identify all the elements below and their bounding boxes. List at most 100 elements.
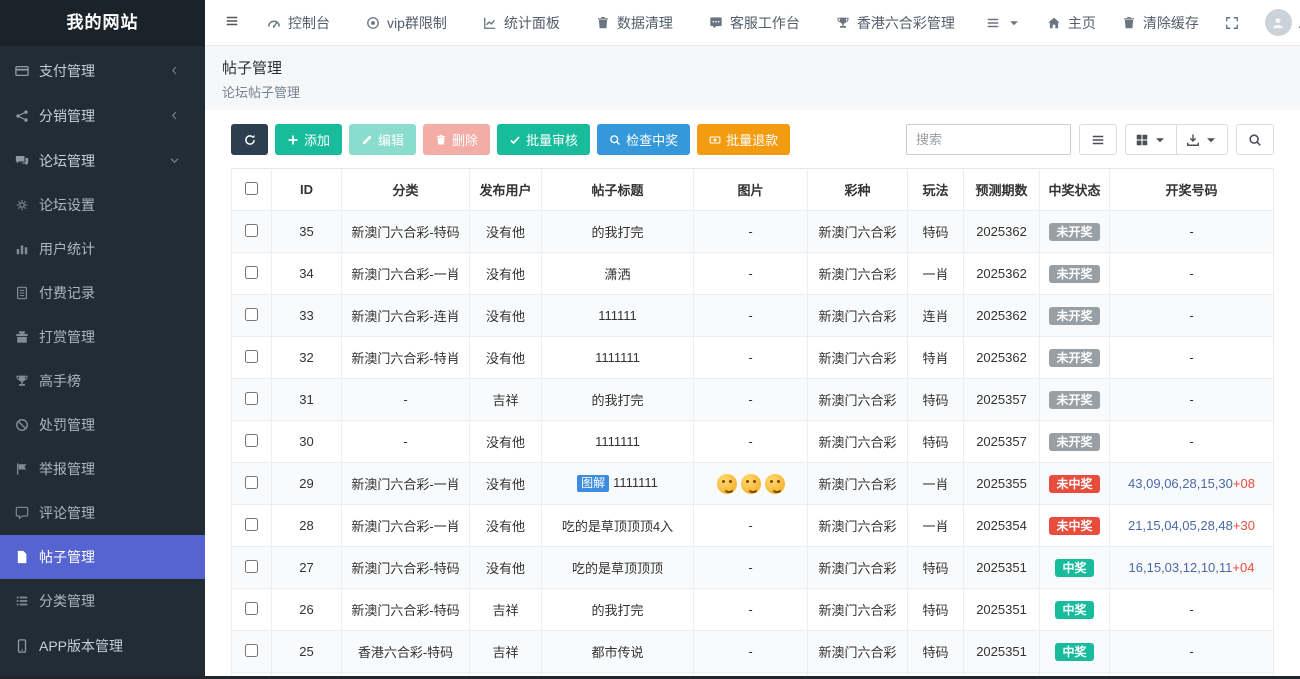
sidebar-subitem[interactable]: 分类管理 [0,579,205,623]
sidebar-item[interactable]: 支付管理 [0,48,205,93]
top-navbar: 控制台vip群限制 统计面板 数据清理客服工作台香港六合彩管理 主页 清除缓存 [205,0,1300,46]
cell-category: 新澳门六合彩-一肖 [342,253,470,295]
row-checkbox[interactable] [245,476,258,489]
status-badge: 未中奖 [1049,517,1099,535]
row-checkbox[interactable] [245,266,258,279]
nav-home-link[interactable]: 主页 [1034,0,1109,45]
nav-home-label: 主页 [1068,13,1096,33]
cell-user: 没有他 [470,547,542,589]
comment-dots-icon [709,16,723,30]
topnav-item[interactable]: 客服工作台 [691,0,818,45]
topnav-item[interactable]: 控制台 [249,0,348,45]
column-header[interactable]: 彩种 [808,169,908,211]
caret-down-icon [1204,133,1218,147]
home-icon [1047,16,1061,30]
topnav-item[interactable]: 数据清理 [578,0,691,45]
row-checkbox[interactable] [245,602,258,615]
cell-select [232,421,272,463]
cell-numbers: - [1110,421,1274,463]
sidebar-subitem[interactable]: 处罚管理 [0,403,205,447]
bars-icon [986,16,1000,30]
delete-button[interactable]: 删除 [423,124,490,155]
row-checkbox[interactable] [245,434,258,447]
status-badge: 未开奖 [1049,265,1099,283]
cell-user: 没有他 [470,421,542,463]
topnav-item[interactable]: 统计面板 [465,0,578,45]
cell-period: 2025355 [964,463,1040,505]
nav-clear-cache-link[interactable]: 清除缓存 [1109,0,1212,45]
add-button[interactable]: 添加 [275,124,342,155]
cell-select [232,631,272,673]
sidebar-toggle-button[interactable] [215,0,249,45]
toggle-view-button[interactable] [1079,124,1117,155]
table-row: 31-吉祥的我打完-新澳门六合彩特码2025357未开奖- [232,379,1274,421]
select-all-checkbox[interactable] [245,182,258,195]
user-avatar [1265,9,1292,36]
column-header[interactable]: 玩法 [908,169,964,211]
topnav-item-label: 统计面板 [504,13,560,33]
sidebar-subitem[interactable]: 评论管理 [0,491,205,535]
row-checkbox[interactable] [245,308,258,321]
caret-down-icon [1007,16,1021,30]
refresh-button[interactable] [231,124,268,155]
cell-numbers: 43,09,06,28,15,30+08 [1110,463,1274,505]
sidebar-subitem[interactable]: 打赏管理 [0,315,205,359]
cell-status: 未开奖 [1040,295,1110,337]
column-header[interactable]: 图片 [694,169,808,211]
chart-bar-icon [15,242,29,256]
column-header[interactable]: 开奖号码 [1110,169,1274,211]
cell-lottery: 新澳门六合彩 [808,211,908,253]
cell-play: 连肖 [908,295,964,337]
cell-period: 2025362 [964,337,1040,379]
row-checkbox[interactable] [245,518,258,531]
sidebar-item[interactable]: 分销管理 [0,93,205,138]
sidebar-subitem[interactable]: 举报管理 [0,447,205,491]
sidebar-subitem[interactable]: 论坛设置 [0,183,205,227]
topnav-item-label: 数据清理 [617,13,673,33]
sidebar-item[interactable]: 论坛管理 [0,138,205,183]
sidebar-subitem[interactable]: 用户统计 [0,227,205,271]
batch-refund-button[interactable]: 批量退款 [697,124,790,155]
search-toggle-button[interactable] [1236,124,1274,155]
sidebar-subitem[interactable]: 帖子管理 [0,535,205,579]
columns-button[interactable] [1125,124,1177,155]
column-header[interactable]: 分类 [342,169,470,211]
column-header[interactable]: 发布用户 [470,169,542,211]
export-icon [1186,133,1200,147]
topnav-item[interactable]: 香港六合彩管理 [818,0,973,45]
topnav-item[interactable]: vip群限制 [348,0,465,45]
sidebar-subitem[interactable]: 付费记录 [0,271,205,315]
status-badge: 未中奖 [1049,475,1099,493]
table-row: 27新澳门六合彩-特码没有他吃的是草顶顶顶-新澳门六合彩特码2025351中奖1… [232,547,1274,589]
toolbar-right [906,124,1274,155]
row-checkbox[interactable] [245,350,258,363]
cell-id: 32 [272,337,342,379]
user-menu[interactable]: Admin [1252,0,1300,45]
row-checkbox[interactable] [245,644,258,657]
column-header[interactable]: ID [272,169,342,211]
cell-id: 29 [272,463,342,505]
cell-category: 新澳门六合彩-一肖 [342,505,470,547]
row-checkbox[interactable] [245,224,258,237]
fullscreen-button[interactable] [1212,0,1252,45]
row-checkbox[interactable] [245,392,258,405]
check-win-button[interactable]: 检查中奖 [597,124,690,155]
cell-user: 吉祥 [470,379,542,421]
row-checkbox[interactable] [245,560,258,573]
cell-title: 的我打完 [542,589,694,631]
edit-button[interactable]: 编辑 [349,124,416,155]
sidebar-subitem[interactable]: 高手榜 [0,359,205,403]
cell-image: - [694,295,808,337]
cell-numbers: - [1110,631,1274,673]
cell-user: 没有他 [470,337,542,379]
nav-menu-dropdown[interactable] [973,0,1034,45]
table-row: 29新澳门六合彩-一肖没有他图解1111111新澳门六合彩一肖2025355未中… [232,463,1274,505]
batch-review-button[interactable]: 批量审核 [497,124,590,155]
export-button[interactable] [1176,124,1228,155]
sidebar-item[interactable]: APP版本管理 [0,623,205,668]
column-header[interactable]: 预测期数 [964,169,1040,211]
column-header[interactable]: 中奖状态 [1040,169,1110,211]
search-input[interactable] [906,124,1071,155]
column-header[interactable]: 帖子标题 [542,169,694,211]
sidebar-submenu: 论坛设置用户统计付费记录打赏管理高手榜处罚管理举报管理评论管理帖子管理分类管理 [0,183,205,623]
